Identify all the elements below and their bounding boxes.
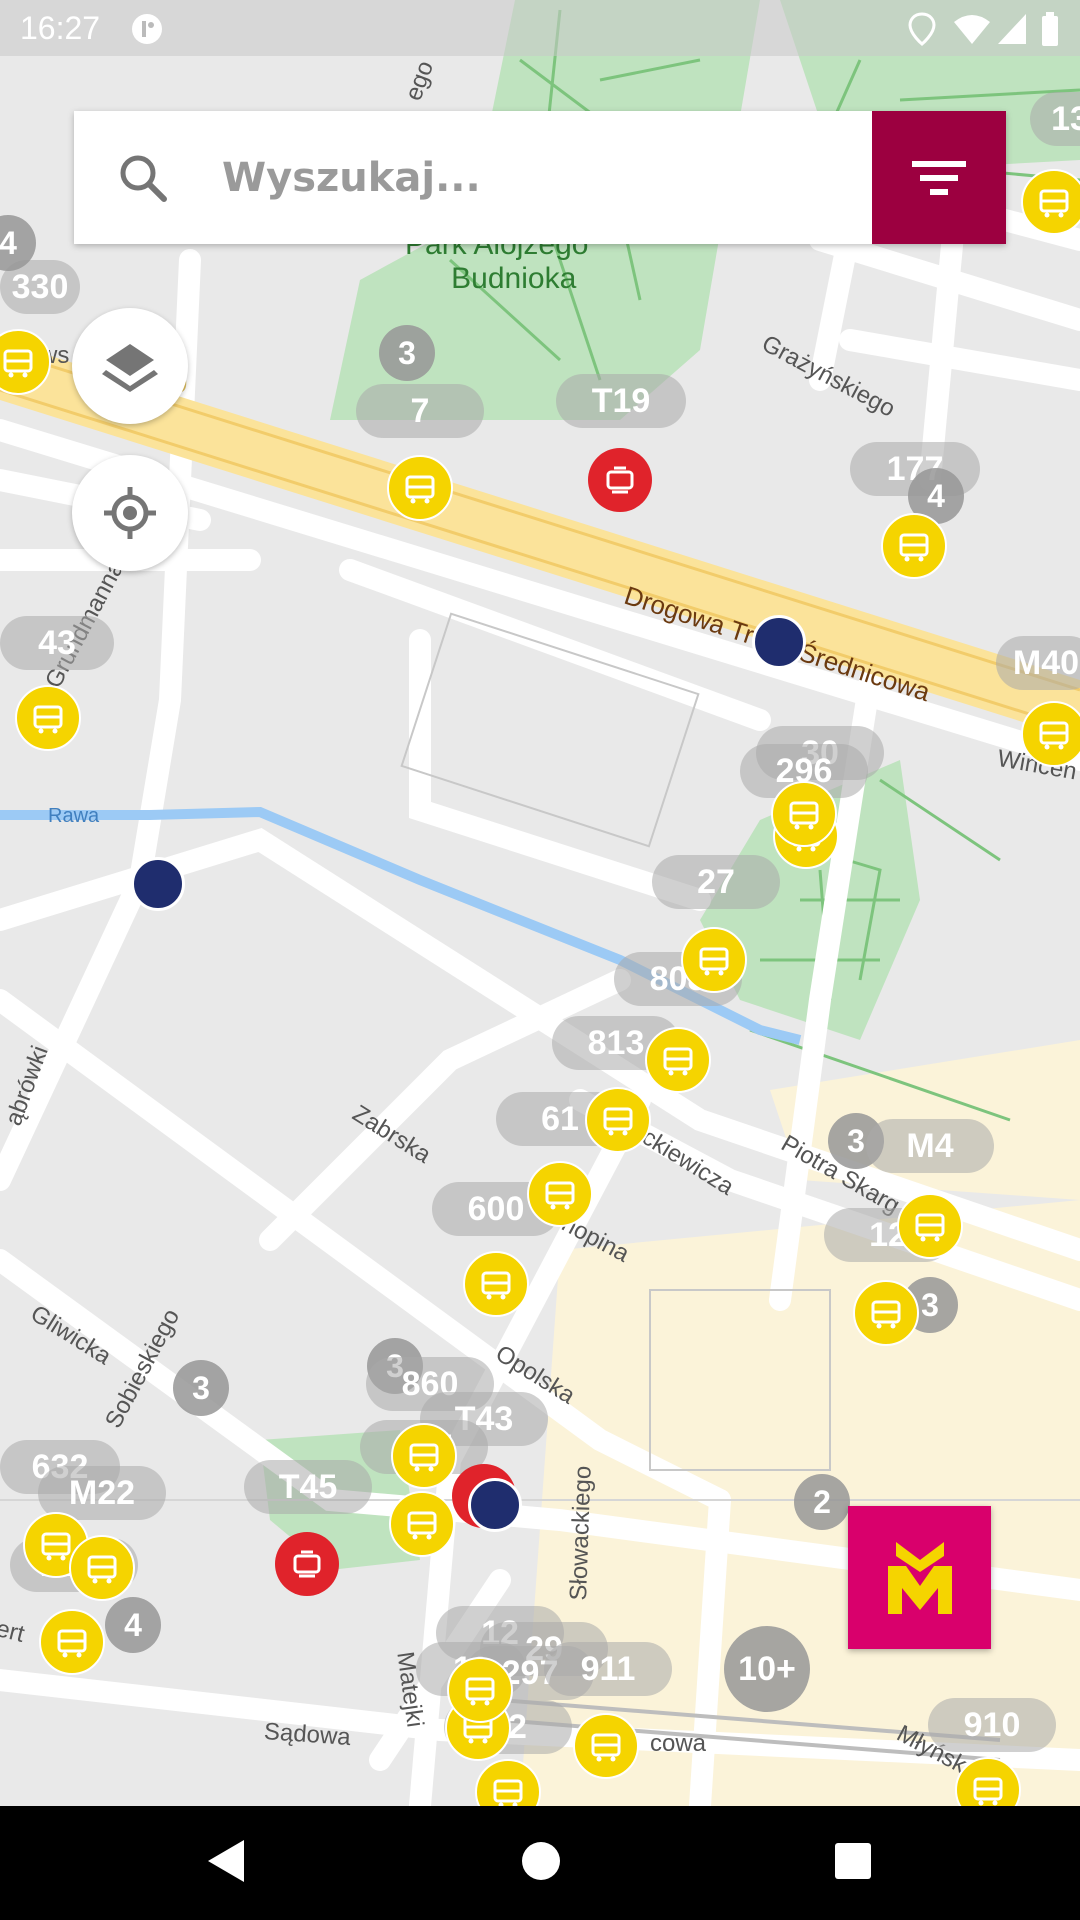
river-label-rawa: Rawa [48,805,100,827]
bus-stop-icon[interactable] [69,1535,135,1601]
station-marker[interactable] [752,615,806,669]
bus-stop-icon[interactable] [39,1609,105,1675]
system-nav-bar [0,1806,1080,1920]
tram-stop-icon[interactable] [275,1532,339,1596]
bus-stop-icon[interactable] [463,1251,529,1317]
metro-logo-icon [888,1542,952,1614]
back-icon[interactable] [204,1836,248,1891]
signal-icon [996,12,1028,51]
bus-stop-icon[interactable] [681,927,747,993]
bus-stop-icon[interactable] [573,1713,639,1779]
street-label-cowa: cowa [650,1730,707,1757]
battery-icon [1040,12,1060,51]
route-badge[interactable]: 27 [652,855,780,909]
station-marker[interactable] [131,857,185,911]
route-badge[interactable]: T19 [556,374,686,428]
bus-stop-icon[interactable] [389,1491,455,1557]
street-label-slowackiego: Słowackiego [565,1465,597,1601]
route-badge[interactable]: 3 [379,325,435,381]
route-badge[interactable]: 3 [173,1360,229,1416]
bus-stop-icon[interactable] [897,1193,963,1259]
route-badge[interactable]: 4 [105,1597,161,1653]
status-time: 16:27 [20,10,101,46]
route-badge[interactable]: T45 [244,1460,372,1514]
home-icon[interactable] [520,1836,562,1891]
bus-stop-icon[interactable] [0,329,51,395]
recents-icon[interactable] [832,1836,874,1891]
location-icon [908,12,936,51]
route-badge[interactable]: 910 [928,1698,1056,1752]
street-label-sadowa: Sądowa [263,1718,352,1751]
search-input[interactable]: Wyszukaj... [222,155,481,201]
bus-stop-icon[interactable] [1021,169,1080,235]
status-bar: 16:27 [0,0,1080,56]
search-bar[interactable]: Wyszukaj... [74,111,1006,244]
tram-stop-icon[interactable] [588,448,652,512]
route-badge[interactable]: 2 [794,1474,850,1530]
wifi-icon [952,12,992,51]
route-badge[interactable]: M4 [866,1119,994,1173]
bus-stop-icon[interactable] [387,455,453,521]
route-badge[interactable]: 911 [544,1642,672,1696]
route-badge[interactable]: 13 [1030,92,1080,146]
bus-stop-icon[interactable] [391,1423,457,1489]
search-icon[interactable] [116,151,170,210]
filter-button[interactable] [872,111,1006,244]
bus-stop-icon[interactable] [881,513,947,579]
bus-stop-icon[interactable] [1021,701,1080,767]
my-location-icon [104,487,156,539]
filter-icon [912,161,966,195]
bus-stop-icon[interactable] [645,1027,711,1093]
metro-logo-button[interactable] [848,1506,991,1649]
route-badge[interactable]: 43 [0,616,114,670]
bus-stop-icon[interactable] [15,685,81,751]
bus-stop-icon[interactable] [585,1087,651,1153]
layers-button[interactable] [72,308,188,424]
bus-stop-icon[interactable] [527,1161,593,1227]
layers-icon [102,344,158,392]
route-badge[interactable]: 7 [356,384,484,438]
cluster-badge[interactable]: 10+ [724,1626,810,1712]
notification-icon [130,12,164,51]
bus-stop-icon[interactable] [447,1657,513,1723]
bus-stop-icon[interactable] [853,1280,919,1346]
station-marker[interactable] [468,1478,522,1532]
bus-stop-icon[interactable] [771,781,837,847]
route-badge[interactable]: M40 [996,636,1080,690]
my-location-button[interactable] [72,455,188,571]
